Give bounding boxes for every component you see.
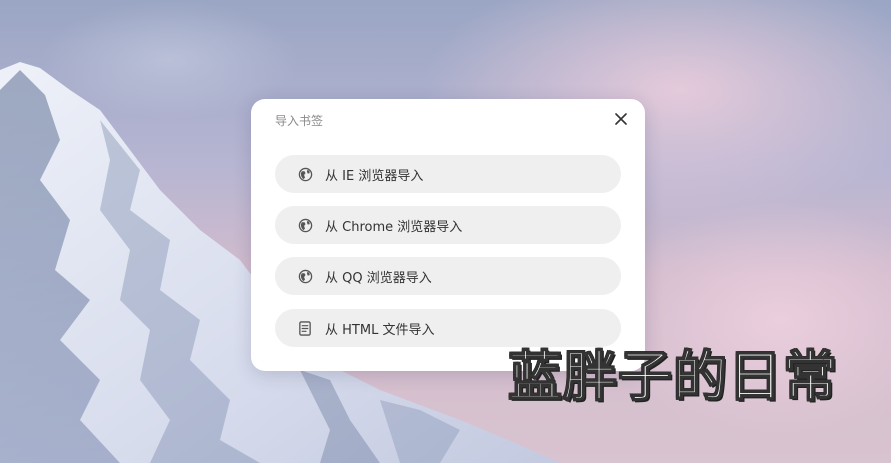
import-from-chrome-button[interactable]: 从 Chrome 浏览器导入 [275,206,621,244]
close-icon [615,113,627,125]
globe-icon [297,166,313,182]
import-from-ie-button[interactable]: 从 IE 浏览器导入 [275,155,621,193]
watermark-text: 蓝胖子的日常 [507,344,838,409]
option-label: 从 QQ 浏览器导入 [325,270,432,286]
import-from-qq-button[interactable]: 从 QQ 浏览器导入 [275,257,621,295]
globe-icon [297,217,313,233]
globe-icon [297,268,313,284]
option-label: 从 Chrome 浏览器导入 [325,219,463,235]
option-label: 从 IE 浏览器导入 [325,168,424,184]
document-icon [297,320,313,336]
close-button[interactable] [611,109,631,129]
dialog-title: 导入书签 [275,114,324,128]
option-label: 从 HTML 文件导入 [325,322,435,338]
import-bookmarks-dialog: 导入书签 从 IE 浏览器导入 从 Chrome 浏览器导入 从 QQ 浏览器导… [251,99,645,371]
